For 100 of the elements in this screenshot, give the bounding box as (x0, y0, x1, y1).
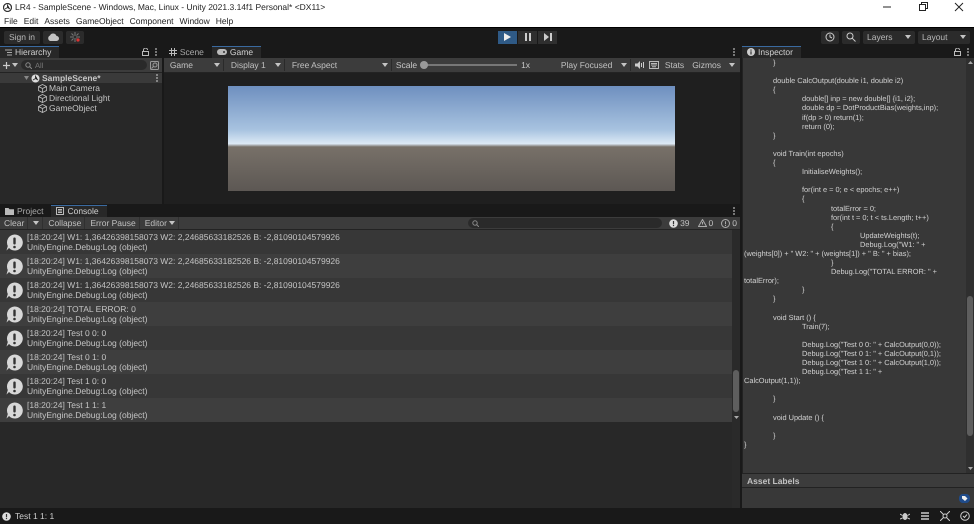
speaker-icon[interactable] (634, 61, 645, 69)
hierarchy-item[interactable]: Main Camera (49, 83, 100, 93)
console-entry[interactable]: [18:20:24] Test 0 0: 0 UnityEngine.Debug:Log (object) (0, 326, 732, 350)
cloud-button[interactable] (43, 30, 63, 44)
section-header: Asset Labels (742, 473, 974, 488)
panel-tab[interactable]: Inspector (742, 46, 801, 58)
caret-icon (729, 63, 735, 67)
panel-tab[interactable]: Project (0, 205, 52, 217)
pause-button[interactable] (518, 30, 537, 44)
caret-icon (12, 63, 18, 67)
folder-icon (5, 208, 14, 214)
caret-icon (33, 221, 40, 225)
more-options-icon[interactable] (156, 74, 158, 82)
collab-button[interactable] (66, 30, 84, 44)
log-message: [18:20:24] W1: 1,36426398158073 W2: 2,24685633182526 B: -2,81090104579926 (27, 256, 340, 266)
panel-tab[interactable]: Game (212, 46, 262, 58)
step-button[interactable] (538, 30, 557, 44)
log-source: UnityEngine.Debug:Log (object) (27, 266, 148, 276)
scrollbar[interactable] (966, 58, 974, 473)
stats-button[interactable]: Stats (662, 59, 686, 71)
bug-icon[interactable] (900, 511, 910, 521)
menu-item[interactable]: Edit (24, 16, 38, 26)
menu-item[interactable]: Help (216, 16, 234, 26)
info-bubble-icon (6, 330, 23, 346)
console-icon (56, 207, 64, 215)
more-options-icon[interactable] (154, 48, 157, 56)
console-entry[interactable]: [18:20:24] W1: 1,36426398158073 W2: 2,24685633182526 B: -2,81090104579926 UnityEngine.Debug:Log (object) (0, 230, 732, 254)
scroll-down-icon[interactable] (968, 467, 972, 470)
scroll-down-icon[interactable] (734, 416, 738, 419)
log-message: [18:20:24] Test 0 0: 0 (27, 328, 108, 338)
scroll-up-icon[interactable] (968, 61, 972, 64)
search-icon (25, 62, 32, 68)
keyboard-icon[interactable] (648, 61, 659, 69)
gamepad-icon (216, 49, 227, 55)
log-source: UnityEngine.Debug:Log (object) (27, 386, 148, 396)
console-entry[interactable]: [18:20:24] Test 1 0: 0 UnityEngine.Debug:Log (object) (0, 374, 732, 398)
network-icon[interactable] (940, 511, 950, 521)
info-bubble-icon (6, 378, 23, 394)
hierarchy-item[interactable]: Directional Light (49, 93, 110, 103)
gizmos-button[interactable]: Gizmos (690, 59, 723, 71)
check-icon[interactable] (960, 511, 970, 521)
tag-icon[interactable] (959, 494, 970, 502)
warning-count-toggle[interactable]: 0 (694, 217, 716, 229)
lock-icon[interactable] (142, 48, 149, 56)
caret-icon (620, 63, 627, 67)
clear-button[interactable]: Clear (1, 217, 28, 229)
add-button[interactable] (3, 59, 18, 71)
log-source: UnityEngine.Debug:Log (object) (27, 314, 148, 324)
caret-icon (905, 35, 911, 39)
search-icon (846, 32, 856, 42)
console-entry[interactable]: [18:20:24] Test 0 1: 0 UnityEngine.Debug:Log (object) (0, 350, 732, 374)
grid-icon (168, 48, 177, 56)
search-field[interactable] (468, 218, 662, 228)
log-source: UnityEngine.Debug:Log (object) (27, 242, 148, 252)
close-icon[interactable] (954, 2, 964, 12)
menu-item[interactable]: File (4, 16, 18, 26)
panel-tab[interactable]: Hierarchy (0, 46, 60, 58)
expand-arrow-icon[interactable] (24, 76, 29, 80)
list-icon (5, 48, 12, 56)
log-count-toggle[interactable]: 39 (666, 217, 693, 229)
cube-icon (38, 94, 47, 102)
display-dropdown[interactable]: Display 1 (228, 59, 285, 71)
cube-icon (38, 84, 47, 92)
console-entry[interactable]: [18:20:24] W1: 1,36426398158073 W2: 2,24685633182526 B: -2,81090104579926 UnityEngine.Debug:Log (object) (0, 278, 732, 302)
stack-icon[interactable] (920, 511, 930, 521)
warning-icon (698, 219, 707, 227)
layout-dropdown[interactable]: Layout (918, 30, 970, 44)
info-bubble-icon (6, 306, 23, 322)
console-entry[interactable]: [18:20:24] TOTAL ERROR: 0 UnityEngine.Debug:Log (object) (0, 302, 732, 326)
scene-search-icon[interactable] (150, 60, 159, 70)
panel-tab[interactable]: Console (51, 205, 107, 217)
menu-item[interactable]: Assets (44, 16, 70, 26)
cube-icon (38, 104, 47, 112)
sign-in-button[interactable]: Sign in (4, 30, 40, 44)
clear-options-button[interactable] (30, 217, 44, 229)
menu-item[interactable]: GameObject (76, 16, 124, 26)
log-message: [18:20:24] Test 0 1: 0 (27, 352, 108, 362)
menu-item[interactable]: Window (180, 16, 210, 26)
play-button[interactable] (498, 30, 517, 44)
info-bubble-icon (6, 354, 23, 370)
panel-tab[interactable]: Scene (164, 46, 212, 58)
log-source: UnityEngine.Debug:Log (object) (27, 290, 148, 300)
console-entry[interactable]: [18:20:24] Test 1 1: 1 UnityEngine.Debug:Log (object) (0, 398, 732, 422)
lock-icon[interactable] (954, 48, 961, 56)
search-button[interactable] (842, 30, 860, 44)
console-entry[interactable]: [18:20:24] W1: 1,36426398158073 W2: 2,24685633182526 B: -2,81090104579926 UnityEngine.Debug:Log (object) (0, 254, 732, 278)
history-icon (825, 32, 835, 42)
aspect-dropdown[interactable]: Free Aspect (288, 59, 392, 71)
info-bubble-icon (6, 282, 23, 298)
caret-icon (214, 63, 220, 67)
view-dropdown[interactable]: Game (166, 59, 224, 71)
step-icon (544, 33, 552, 41)
history-button[interactable] (821, 30, 839, 44)
layers-dropdown[interactable]: Layers (863, 30, 915, 44)
caret-icon (168, 221, 175, 225)
menu-item[interactable]: Component (130, 16, 174, 26)
hierarchy-item[interactable]: GameObject (49, 103, 97, 113)
error-count-toggle[interactable]: 0 (718, 217, 740, 229)
play-mode-dropdown[interactable]: Play Focused (558, 59, 631, 71)
maximize-icon[interactable] (918, 2, 928, 12)
